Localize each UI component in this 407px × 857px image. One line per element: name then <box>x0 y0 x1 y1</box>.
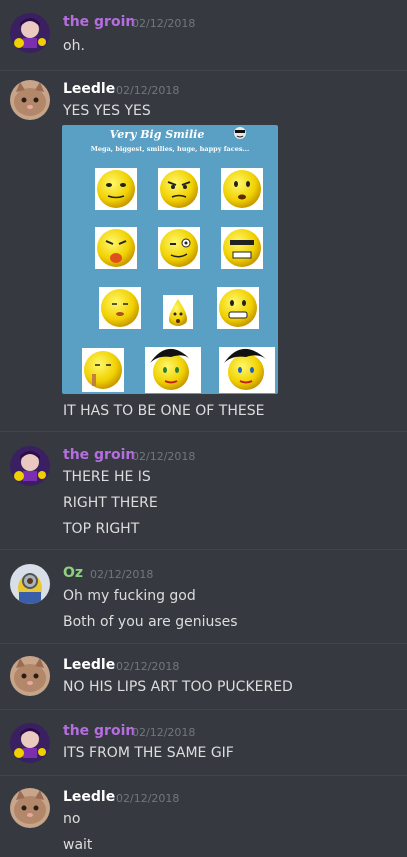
message-text: no <box>63 811 81 827</box>
cat-avatar-icon <box>10 788 50 828</box>
avatar-leedle[interactable] <box>10 788 50 828</box>
message-text: wait <box>63 837 93 853</box>
author-name[interactable]: Leedle <box>63 789 115 805</box>
message-group: Leedle 02/12/2018 no wait <box>0 0 407 857</box>
message-timestamp: 02/12/2018 <box>116 792 180 805</box>
